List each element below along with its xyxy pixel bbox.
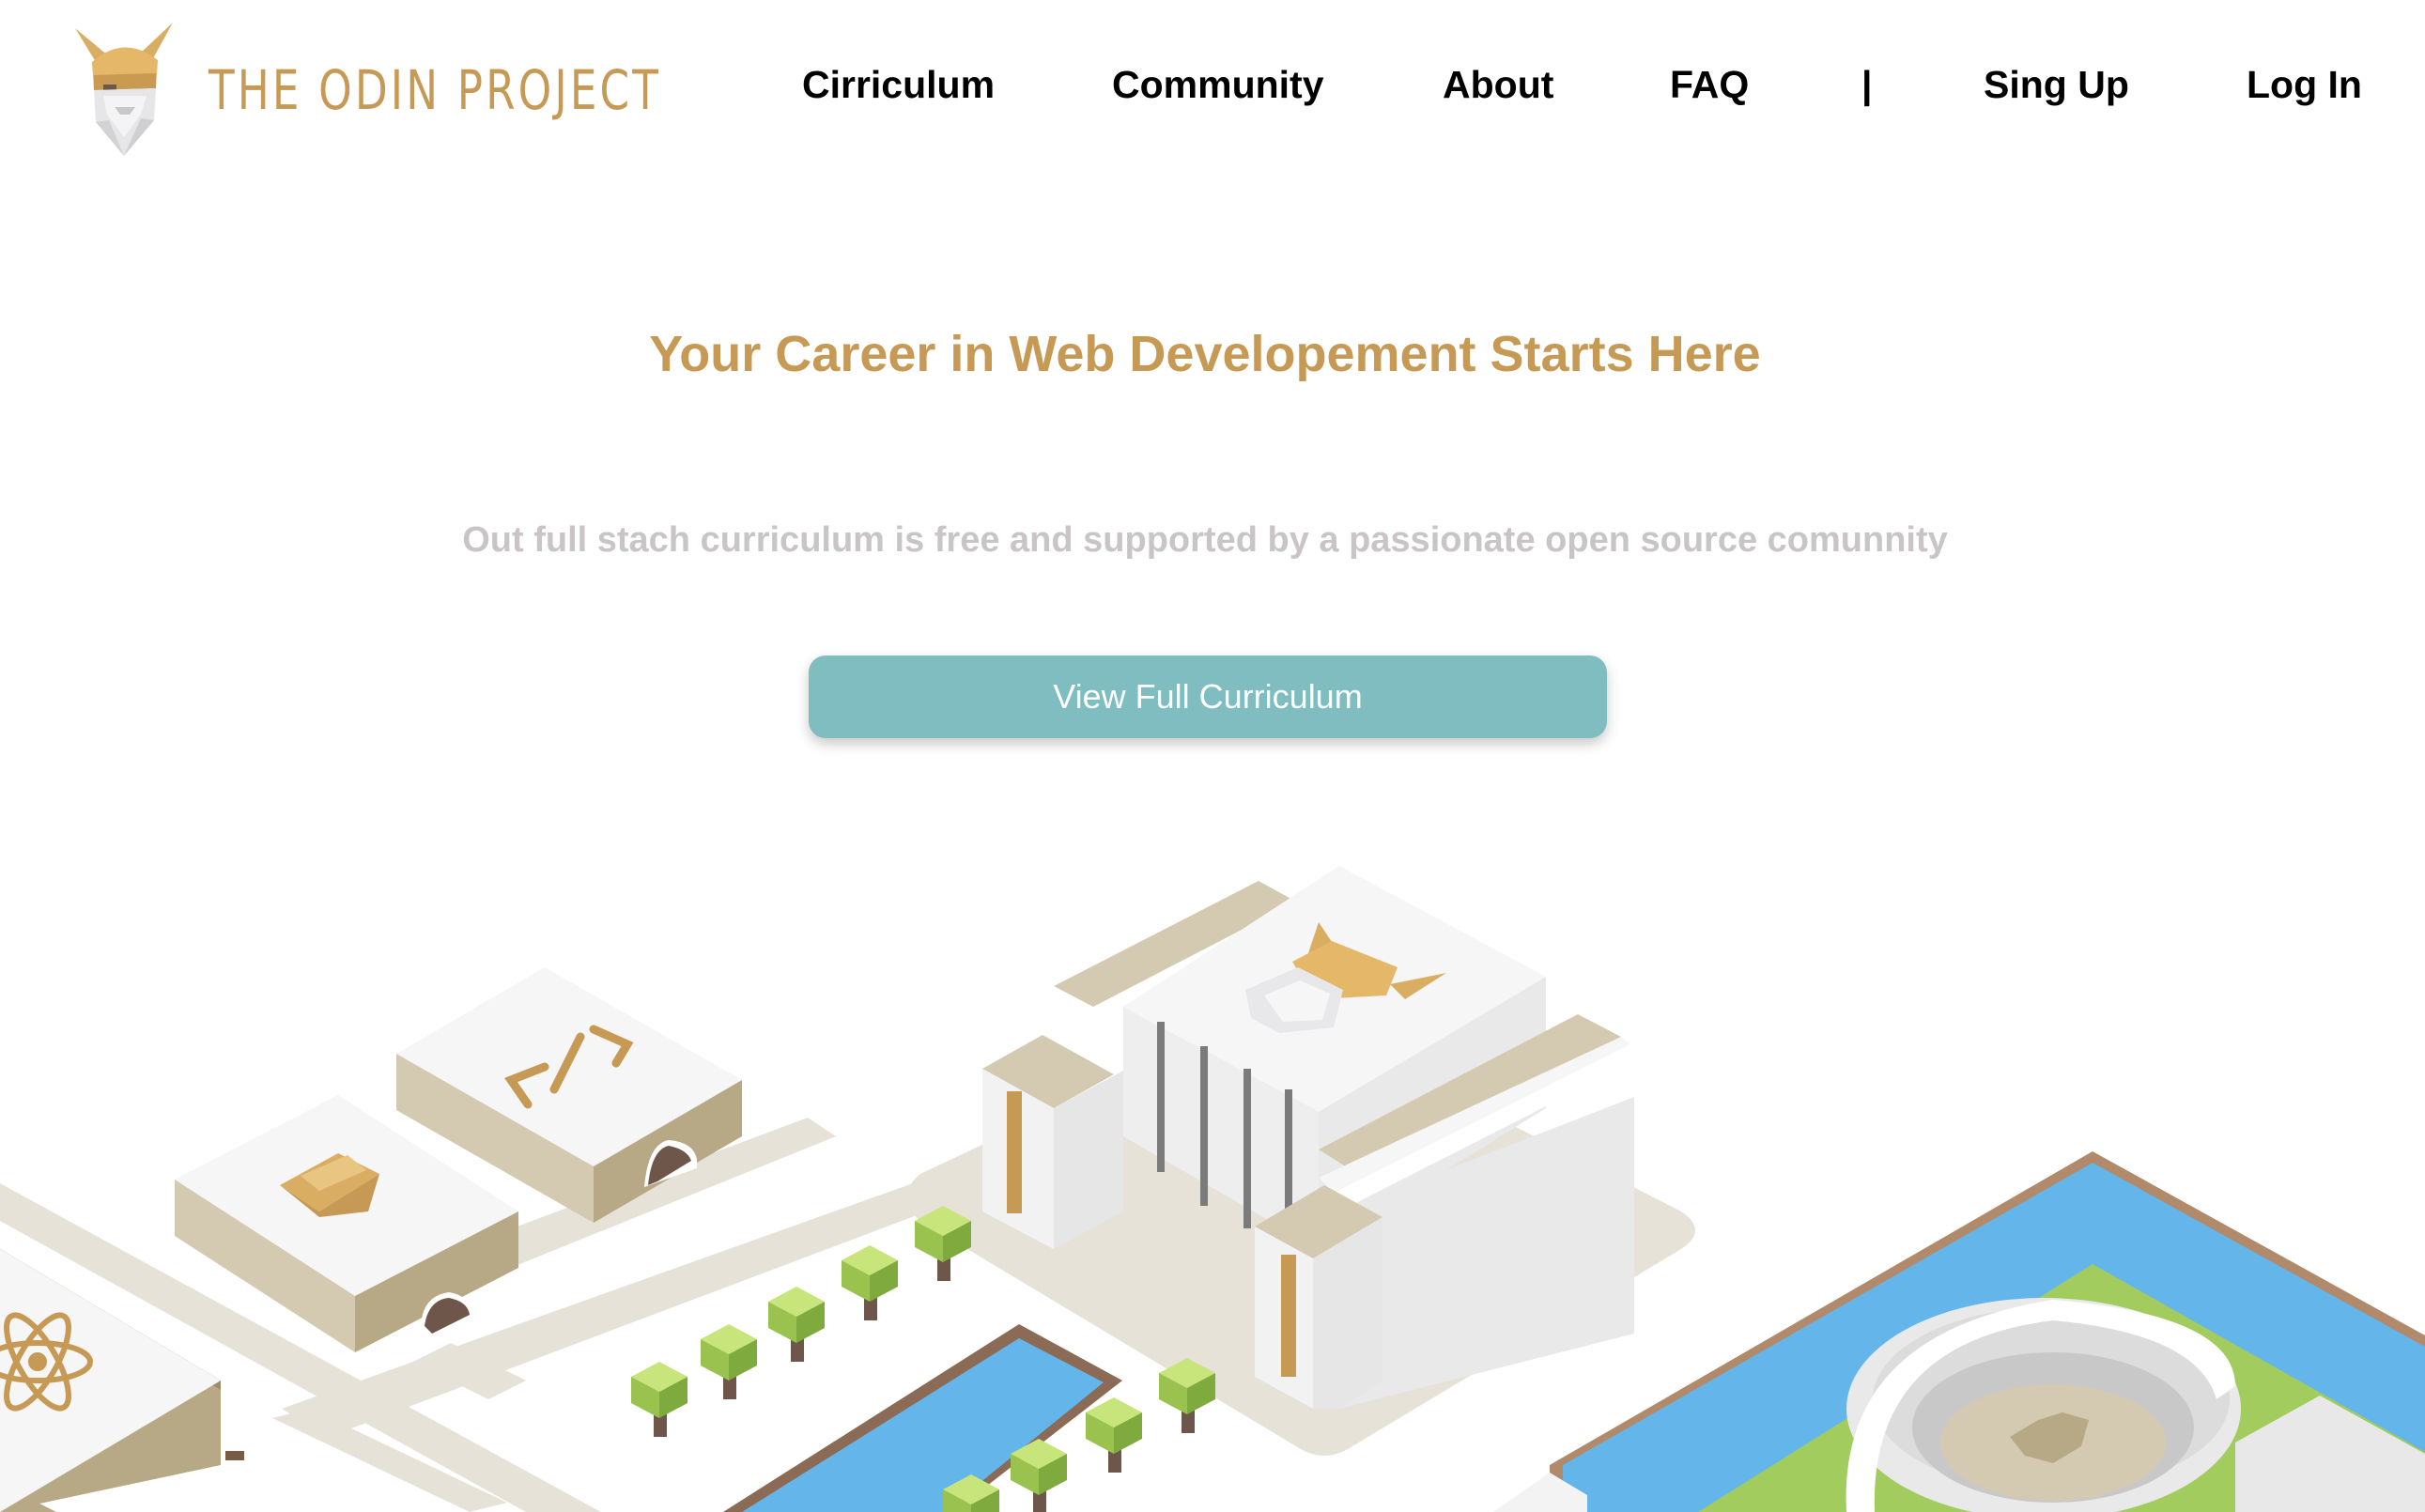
site-header: THE ODIN PROJECT Cirriculum Community Ab… <box>0 0 2425 169</box>
nav-about[interactable]: About <box>1443 54 1553 115</box>
tree-icon <box>701 1324 757 1399</box>
tree-icon <box>915 1206 971 1281</box>
nav-log-in[interactable]: Log In <box>2247 54 2362 115</box>
nav-separator: | <box>1861 63 1873 106</box>
landing-page: THE ODIN PROJECT Cirriculum Community Ab… <box>0 0 2425 1512</box>
nav-sign-up[interactable]: Sing Up <box>1984 54 2129 115</box>
hero-title: Your Career in Web Developement Starts H… <box>649 326 1761 382</box>
nav-community[interactable]: Community <box>1112 54 1324 115</box>
campus-illustration <box>0 866 2425 1512</box>
tree-icon <box>631 1362 687 1437</box>
tree-icon <box>1159 1358 1215 1433</box>
tree-icon <box>768 1287 825 1362</box>
nav-curriculum[interactable]: Cirriculum <box>802 54 995 115</box>
main-temple-building <box>982 866 1634 1409</box>
hero-subtitle: Out full stach curriculum is free and su… <box>462 520 1948 560</box>
view-curriculum-button[interactable]: View Full Curriculum <box>809 656 1607 738</box>
colosseum-icon <box>1846 1298 2241 1512</box>
tree-icon <box>1011 1439 1067 1512</box>
nav-faq[interactable]: FAQ <box>1670 54 1749 115</box>
tree-icon <box>842 1245 898 1320</box>
tree-icon <box>1086 1397 1142 1473</box>
react-building <box>0 1249 244 1512</box>
main-nav: Cirriculum Community About FAQ | Sing Up… <box>0 54 2425 115</box>
